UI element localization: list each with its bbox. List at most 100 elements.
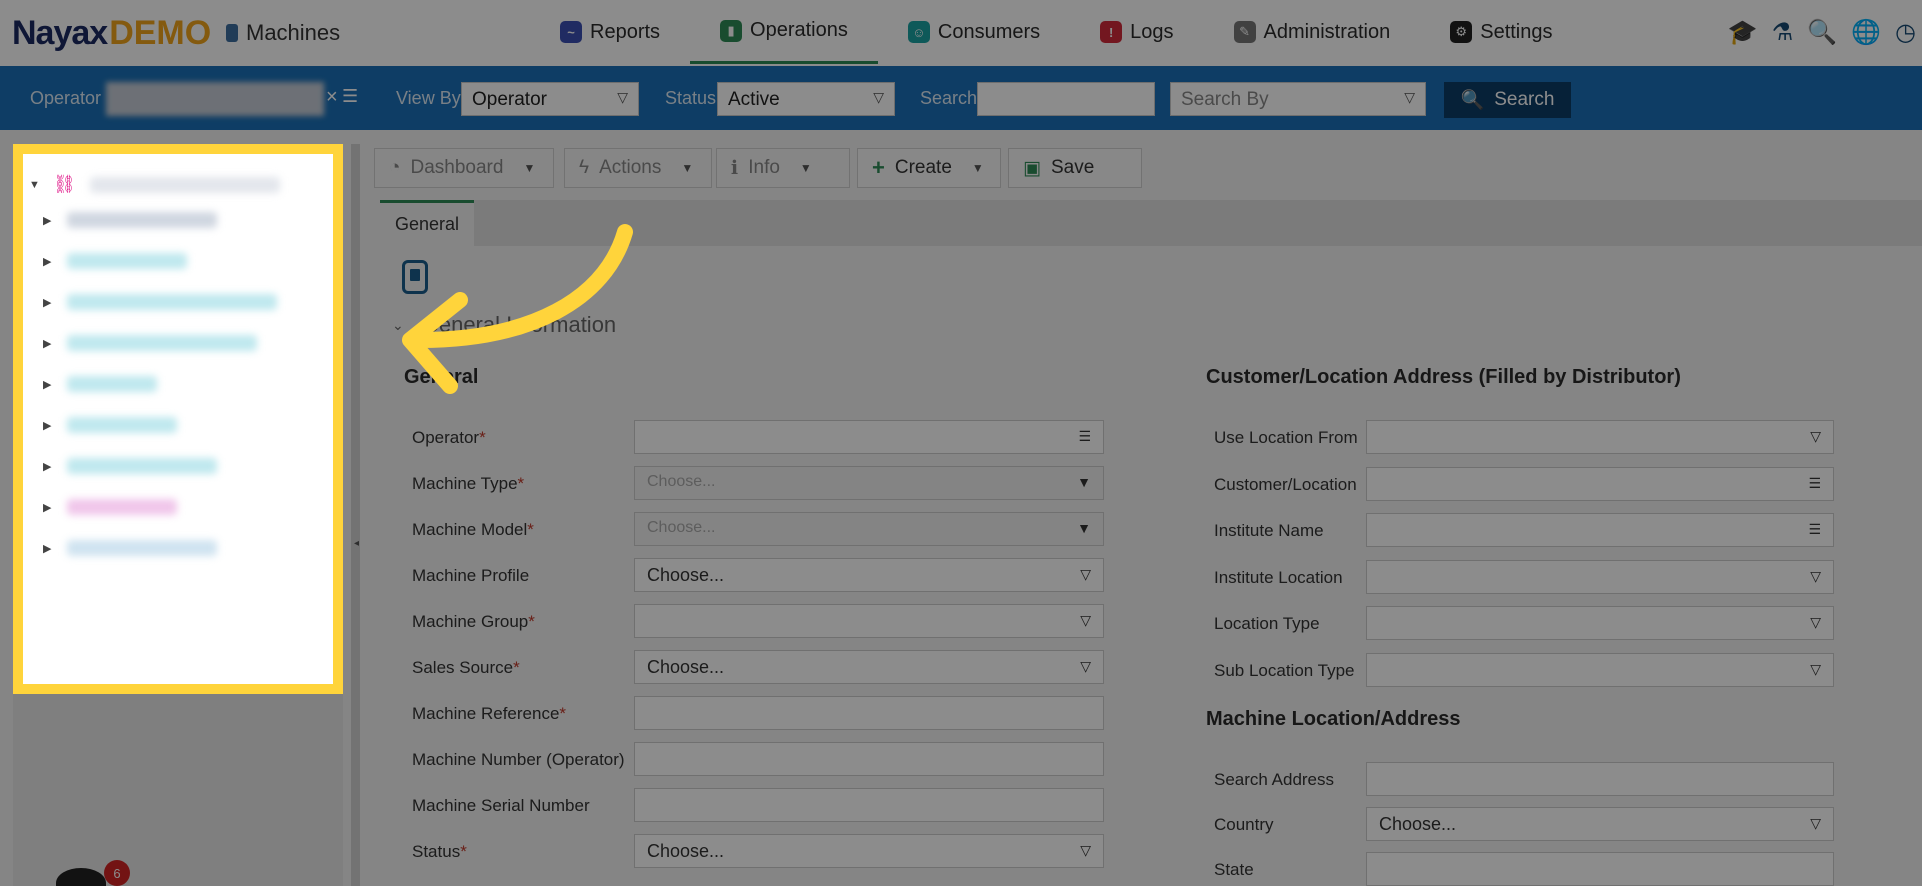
- form-field[interactable]: Choose... ▽: [634, 834, 1104, 868]
- field-label: Machine Profile: [412, 566, 529, 586]
- nav-reports[interactable]: ~ Reports: [530, 0, 690, 64]
- clock-icon[interactable]: ◷: [1895, 18, 1916, 47]
- field-label: Machine Serial Number: [412, 796, 590, 816]
- caret-down-icon: ▼: [681, 161, 694, 175]
- operations-icon: ▮: [720, 19, 743, 42]
- caret-right-icon: ▶: [43, 337, 52, 350]
- dashboard-button[interactable]: ◔ Dashboard ▼: [374, 148, 554, 188]
- nav-operations[interactable]: ▮ Operations: [690, 0, 878, 64]
- logs-icon: !: [1100, 21, 1123, 43]
- form-field[interactable]: ▽: [1366, 652, 1834, 687]
- administration-icon: ✎: [1233, 21, 1256, 43]
- form-field[interactable]: Choose... ▽: [634, 558, 1104, 592]
- field-value: Choose...: [647, 473, 716, 490]
- machine-location-title: Machine Location/Address: [1206, 708, 1461, 730]
- nav-settings[interactable]: ⚙ Settings: [1420, 0, 1582, 64]
- field-label: Sub Location Type: [1214, 661, 1355, 681]
- field-label-text: Machine Group: [412, 612, 529, 631]
- form-field[interactable]: [634, 696, 1104, 730]
- searchby-select[interactable]: Search By ▽: [1170, 82, 1426, 116]
- actions-button[interactable]: ϟ Actions ▼: [564, 148, 712, 188]
- form-field[interactable]: ☰: [1366, 466, 1834, 501]
- tree-item[interactable]: ▶: [43, 212, 217, 228]
- list-icon[interactable]: ☰: [342, 86, 358, 107]
- form-field[interactable]: ▽: [1366, 606, 1834, 640]
- field-value: Choose...: [647, 841, 725, 861]
- form-field[interactable]: ▽: [1366, 559, 1834, 594]
- form-field[interactable]: [634, 788, 1104, 822]
- form-field[interactable]: ▽: [1366, 420, 1834, 454]
- field-label: Sales Source*: [412, 658, 520, 678]
- required-asterisk: *: [517, 474, 525, 493]
- tree-item[interactable]: ▶: [43, 253, 187, 269]
- field-label-text: Machine Number (Operator): [412, 750, 625, 769]
- caret-right-icon: ▶: [43, 419, 52, 432]
- logo-demo: DEMO: [109, 14, 212, 52]
- tree-root[interactable]: ▼ ⛓: [29, 174, 280, 195]
- field-value: Choose...: [647, 565, 725, 585]
- status-label: Status: [665, 88, 717, 108]
- nayax-logo[interactable]: NayaxDEMO: [12, 14, 211, 53]
- field-label-text: Status: [412, 842, 461, 861]
- field-value: Choose...: [647, 519, 716, 536]
- field-value: Choose...: [1379, 814, 1457, 834]
- field-label-text: Machine Type: [412, 474, 518, 493]
- tutorial-arrow: [402, 224, 633, 394]
- machine-icon: [226, 24, 238, 42]
- viewby-value: Operator: [472, 89, 547, 110]
- search-button[interactable]: 🔍 Search: [1444, 82, 1571, 118]
- dropdown-icon: ▽: [1810, 567, 1821, 584]
- tree-item[interactable]: ▶: [43, 417, 177, 433]
- field-label-text: Location Type: [1214, 614, 1320, 633]
- tree-item[interactable]: ▶: [43, 335, 257, 351]
- dropdown-icon: ▽: [1810, 815, 1821, 831]
- top-right-toolbar: 🎓 ⚗ 🔍 🌐 ◷: [1728, 18, 1916, 47]
- form-field[interactable]: Choose... ▼: [634, 466, 1104, 500]
- dropdown-icon: ▽: [1810, 428, 1821, 444]
- globe-icon[interactable]: 🌐: [1851, 18, 1881, 47]
- flask-icon[interactable]: ⚗: [1772, 18, 1794, 47]
- form-field[interactable]: ☰: [634, 420, 1104, 454]
- form-field[interactable]: ▽: [634, 604, 1104, 638]
- nav-logs[interactable]: ! Logs: [1070, 0, 1203, 64]
- field-label-text: Search Address: [1214, 770, 1335, 789]
- settings-icon: ⚙: [1450, 21, 1473, 43]
- dropdown-icon: ▽: [1080, 658, 1091, 674]
- status-select[interactable]: Active ▽: [717, 82, 895, 116]
- form-field[interactable]: Choose... ▼: [634, 512, 1104, 546]
- info-button[interactable]: ℹ Info ▼: [716, 148, 850, 188]
- sidebar-splitter[interactable]: [351, 144, 360, 886]
- tree-item[interactable]: ▶: [43, 376, 157, 392]
- caret-right-icon: ▶: [43, 255, 52, 268]
- graduation-cap-icon[interactable]: 🎓: [1728, 18, 1758, 47]
- tree-item[interactable]: ▶: [43, 540, 217, 556]
- save-button[interactable]: ▣ Save: [1008, 148, 1142, 188]
- form-field[interactable]: Choose... ▽: [1366, 807, 1834, 841]
- tree-item[interactable]: ▶: [43, 458, 217, 474]
- clear-icon[interactable]: ×: [326, 86, 338, 109]
- operator-tree-panel: ▼ ⛓ ▶ ▶ ▶ ▶ ▶ ▶ ▶ ▶ ▶: [13, 144, 343, 694]
- form-field[interactable]: [1366, 762, 1834, 796]
- form-field[interactable]: [1366, 852, 1834, 886]
- form-field[interactable]: [634, 742, 1104, 776]
- field-label-text: Customer/Location: [1214, 474, 1357, 494]
- tree-item-label: [67, 335, 257, 351]
- form-field[interactable]: Choose... ▽: [634, 650, 1104, 684]
- search-input[interactable]: [977, 82, 1155, 116]
- caret-down-icon: ▼: [799, 161, 812, 175]
- viewby-select[interactable]: Operator ▽: [461, 82, 639, 116]
- form-field[interactable]: ☰: [1366, 513, 1834, 547]
- field-label: Status*: [412, 842, 467, 862]
- nav-consumers[interactable]: ☺ Consumers: [878, 0, 1070, 64]
- collapse-arrow-icon[interactable]: ◂: [354, 538, 359, 549]
- tree-item[interactable]: ▶: [43, 499, 177, 515]
- caret-right-icon: ▶: [43, 296, 52, 309]
- create-button[interactable]: + Create ▼: [857, 148, 1001, 188]
- operator-field[interactable]: [106, 82, 324, 116]
- dropdown-icon: ▽: [1810, 614, 1821, 630]
- field-label: Machine Group*: [412, 612, 535, 632]
- search-icon[interactable]: 🔍: [1807, 18, 1837, 47]
- tree-item[interactable]: ▶: [43, 294, 277, 310]
- nav-administration[interactable]: ✎ Administration: [1204, 0, 1421, 64]
- consumers-icon: ☺: [907, 21, 930, 43]
